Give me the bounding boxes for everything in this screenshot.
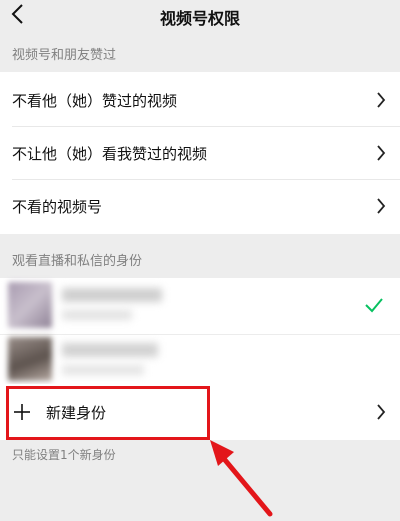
plus-icon — [12, 402, 32, 422]
identity-subtitle-redacted — [62, 310, 132, 320]
identity-row-2[interactable] — [0, 335, 400, 384]
chevron-right-icon — [376, 91, 386, 109]
new-identity-button[interactable]: 新建身份 — [0, 384, 400, 440]
chevron-right-icon — [376, 403, 386, 421]
checkmark-icon — [364, 297, 384, 313]
chevron-right-icon — [376, 144, 386, 162]
section-header-likes: 视频号和朋友赞过 — [12, 48, 117, 63]
identity-limit-hint: 只能设置1个新身份 — [12, 448, 116, 462]
row-hide-my-liked-videos[interactable]: 不让他（她）看我赞过的视频 — [0, 127, 400, 179]
likes-settings-group: 不看他（她）赞过的视频 不让他（她）看我赞过的视频 不看的视频号 — [0, 72, 400, 234]
navigation-bar: 视频号权限 — [0, 0, 400, 32]
identity-name-redacted — [62, 288, 162, 302]
identity-name-redacted — [62, 343, 158, 357]
avatar — [8, 337, 52, 381]
chevron-right-icon — [376, 197, 386, 215]
row-hide-their-liked-videos[interactable]: 不看他（她）赞过的视频 — [0, 74, 400, 126]
row-blocked-channels[interactable]: 不看的视频号 — [0, 180, 400, 232]
identity-row-selected[interactable] — [0, 278, 400, 334]
row-label: 不让他（她）看我赞过的视频 — [12, 145, 208, 163]
avatar — [8, 282, 52, 328]
page: 视频号权限 视频号和朋友赞过 不看他（她）赞过的视频 不让他（她）看我赞过的视频… — [0, 0, 400, 521]
identity-subtitle-redacted — [62, 365, 144, 375]
row-label: 不看他（她）赞过的视频 — [12, 92, 178, 110]
page-title: 视频号权限 — [159, 9, 240, 28]
section-header-identity: 观看直播和私信的身份 — [12, 254, 143, 269]
red-arrow-annotation-icon — [200, 434, 280, 518]
row-label: 不看的视频号 — [12, 198, 103, 216]
new-identity-label: 新建身份 — [46, 404, 107, 422]
